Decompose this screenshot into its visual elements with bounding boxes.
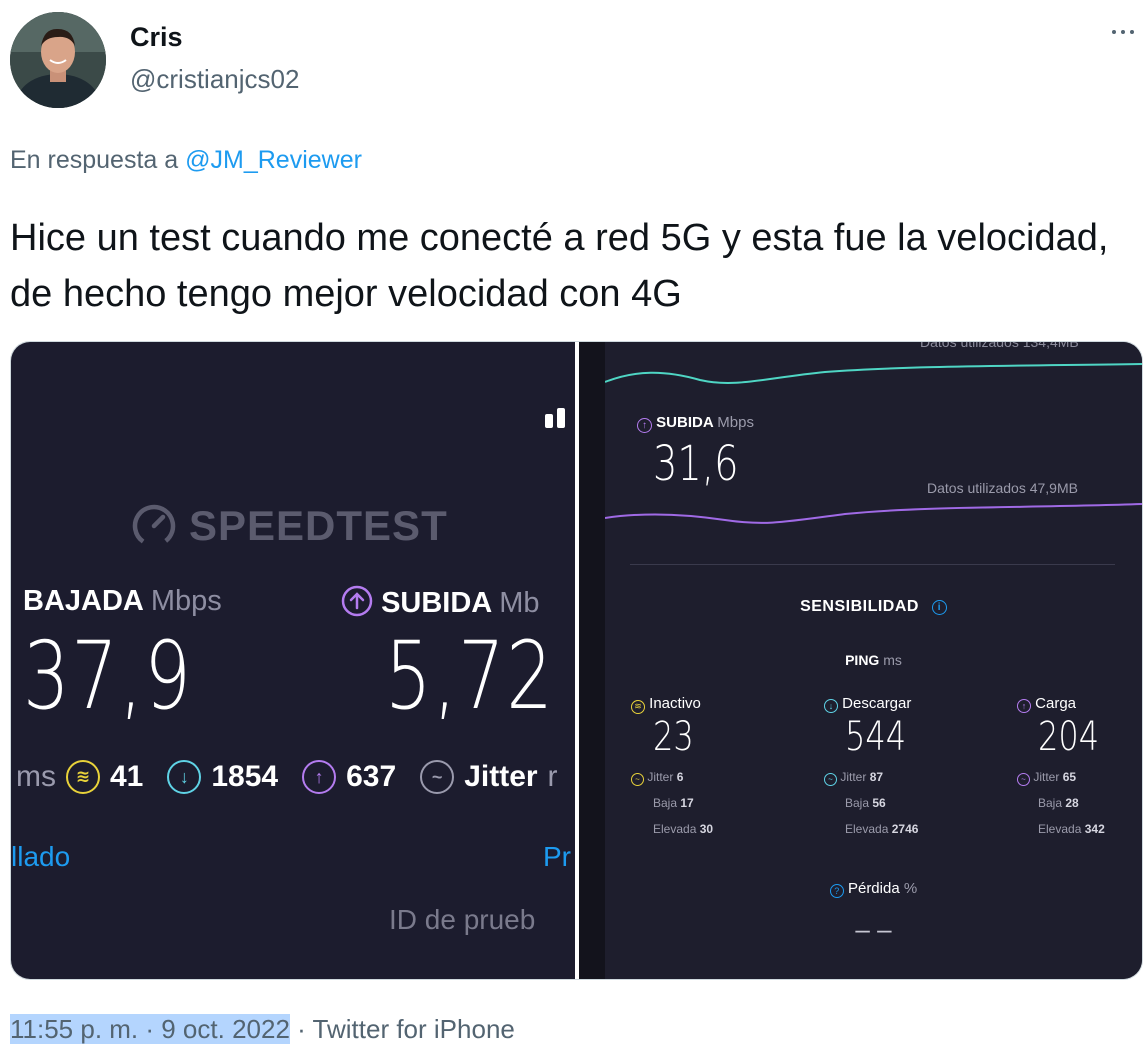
jitter-label: Jitter <box>464 760 538 793</box>
upload-ping-value: 204 <box>1038 714 1100 760</box>
tweet-time-link[interactable]: 11:55 p. m. · 9 oct. 2022 <box>10 1014 290 1044</box>
help-icon[interactable]: ? <box>829 884 844 898</box>
download-label: BAJADA Mbps <box>23 585 222 617</box>
upload-label: SUBIDA Mb <box>341 585 540 620</box>
detail-link[interactable]: llado <box>11 841 70 873</box>
user-avatar[interactable] <box>10 12 106 108</box>
speedometer-icon <box>132 504 176 548</box>
jitter-icon: ~ <box>1017 773 1030 786</box>
speedtest-logo-text: SPEEDTEST <box>189 502 448 549</box>
ping-download-value: 1854 <box>211 760 279 793</box>
loss-value: – – <box>855 914 892 944</box>
speedtest-screenshot-left[interactable]: SPEEDTEST BAJADA Mbps SUBIDA Mb 37,9 5,7… <box>11 342 575 979</box>
upload-data-used: Datos utilizados 47,9MB <box>927 480 1078 496</box>
upload-icon <box>341 585 373 617</box>
more-options-icon[interactable] <box>1106 22 1140 42</box>
download-high: Elevada 2746 <box>845 822 919 836</box>
idle-low: Baja 17 <box>653 796 694 810</box>
ping-row: ms ≋ 41 ↓ 1854 ↑ 637 ~ Jitter r <box>16 760 558 794</box>
idle-value: 23 <box>653 714 694 760</box>
right-upload-icon: ↑ <box>637 418 652 433</box>
meta-separator: · <box>289 1014 313 1044</box>
download-jitter: ~ Jitter 87 <box>824 770 883 786</box>
ping-upload-value: 637 <box>346 760 397 793</box>
sensitivity-title: SENSIBILIDAD i <box>605 598 1142 616</box>
download-low: Baja 56 <box>845 796 886 810</box>
download-value: 37,9 <box>23 622 193 731</box>
download-ping-icon: ↓ <box>167 760 202 794</box>
jitter-icon: ~ <box>631 773 644 786</box>
ping-heading: PING ms <box>845 652 902 668</box>
upload-icon: ↑ <box>1017 699 1031 713</box>
download-ping-value: 544 <box>845 714 907 760</box>
upload-graph <box>605 503 1142 524</box>
idle-jitter: ~ Jitter 6 <box>631 770 683 786</box>
upload-low: Baja 28 <box>1038 796 1079 810</box>
loss-label: ? Pérdida % <box>605 880 1142 898</box>
jitter-icon: ~ <box>420 760 455 794</box>
ping-unit: ms <box>16 760 56 793</box>
tweet-media[interactable]: SPEEDTEST BAJADA Mbps SUBIDA Mb 37,9 5,7… <box>10 341 1143 980</box>
download-graph <box>605 363 1142 384</box>
upload-ping-label: ↑ Carga <box>1017 695 1076 713</box>
display-name[interactable]: Cris <box>130 22 183 53</box>
reply-prefix: En respuesta a <box>10 146 179 174</box>
avatar-photo <box>10 12 106 108</box>
user-handle[interactable]: @cristianjcs02 <box>130 64 299 95</box>
upload-high: Elevada 342 <box>1038 822 1105 836</box>
upload-value: 5,72 <box>385 622 555 731</box>
speedtest-logo: SPEEDTEST <box>131 502 448 550</box>
idle-label: ≋ Inactivo <box>631 695 701 714</box>
tweet-metadata: 11:55 p. m. · 9 oct. 2022 · Twitter for … <box>10 1014 515 1045</box>
image-separator <box>575 342 579 979</box>
upload-jitter: ~ Jitter 65 <box>1017 770 1076 786</box>
right-upload-value: 31,6 <box>653 436 739 492</box>
divider <box>630 564 1115 565</box>
info-icon[interactable]: i <box>931 600 947 615</box>
download-ping-label: ↓ Descargar <box>824 695 911 713</box>
download-icon: ↓ <box>824 699 838 713</box>
top-data-used: Datos utilizados 134,4MB <box>920 342 1079 350</box>
speedtest-screenshot-right[interactable]: Datos utilizados 134,4MB ↑ SUBIDA Mbps 3… <box>579 342 1142 979</box>
ping-idle-value: 41 <box>110 760 144 793</box>
right-upload-label: ↑ SUBIDA Mbps <box>637 414 754 433</box>
idle-high: Elevada 30 <box>653 822 714 836</box>
upload-ping-icon: ↑ <box>302 760 337 794</box>
test-id-label: ID de prueb <box>389 904 536 935</box>
jitter-unit: r <box>547 760 558 793</box>
idle-icon: ≋ <box>631 699 645 714</box>
provider-link[interactable]: Pr <box>543 841 571 873</box>
signal-icon <box>545 408 565 428</box>
reply-context: En respuesta a @JM_Reviewer <box>10 146 362 175</box>
tweet-text: Hice un test cuando me conecté a red 5G … <box>10 217 1109 315</box>
jitter-icon: ~ <box>824 773 837 786</box>
idle-ping-icon: ≋ <box>66 760 100 794</box>
reply-to-link[interactable]: @JM_Reviewer <box>185 146 362 174</box>
tweet-source[interactable]: Twitter for iPhone <box>313 1014 515 1044</box>
